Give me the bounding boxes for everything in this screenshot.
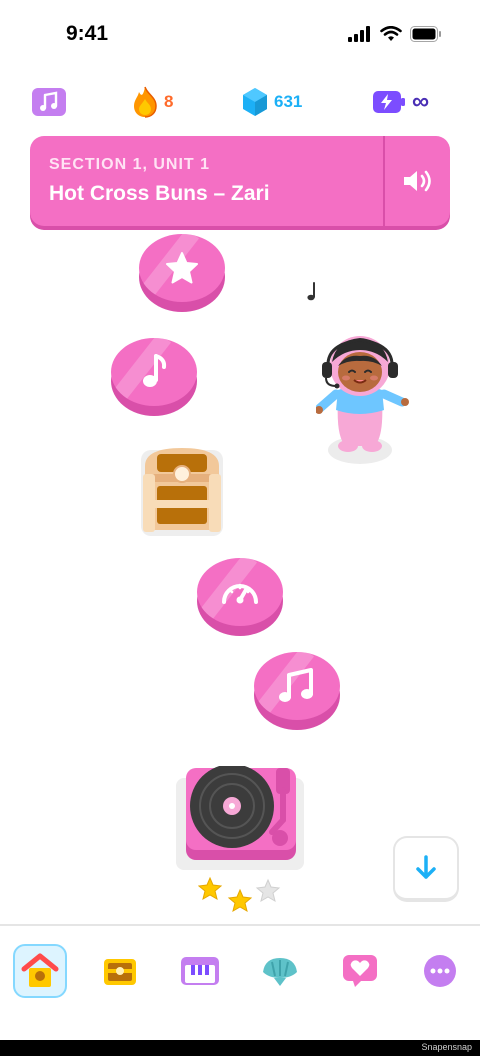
streak-counter[interactable]: 8 xyxy=(132,86,173,118)
gems-counter[interactable]: 631 xyxy=(242,86,302,118)
tab-health[interactable] xyxy=(333,944,387,998)
music-notes-icon xyxy=(279,668,313,702)
tab-quests[interactable] xyxy=(93,944,147,998)
shell-icon xyxy=(263,958,297,986)
piano-icon xyxy=(181,957,219,985)
star-rating xyxy=(198,876,281,913)
watermark: Snapensnap xyxy=(421,1042,472,1052)
gem-icon xyxy=(243,88,267,116)
floating-note-icon xyxy=(307,282,315,301)
star-earned-icon xyxy=(198,876,223,901)
lesson-node-star[interactable] xyxy=(139,234,225,312)
energy-counter[interactable]: ∞ xyxy=(372,86,429,118)
lesson-node-speed[interactable] xyxy=(197,558,283,636)
heart-icon xyxy=(343,955,377,987)
status-icons xyxy=(348,26,442,42)
star-empty-icon xyxy=(255,878,281,903)
treasure-chest-node[interactable] xyxy=(139,444,225,536)
battery-icon xyxy=(410,26,441,42)
footer-strip: Snapensnap xyxy=(0,1040,480,1056)
scroll-down-button[interactable] xyxy=(393,836,459,902)
zari-character xyxy=(316,336,409,464)
unit-title: Hot Cross Buns – Zari xyxy=(49,182,270,205)
tab-home[interactable] xyxy=(13,944,67,998)
unit-banner[interactable]: SECTION 1, UNIT 1 Hot Cross Buns – Zari xyxy=(30,136,450,226)
banner-divider xyxy=(383,136,385,226)
music-note-icon xyxy=(143,354,167,387)
home-icon xyxy=(21,953,59,987)
lesson-node-song[interactable] xyxy=(254,652,340,730)
course-selector[interactable] xyxy=(32,86,66,118)
quests-chest-icon xyxy=(104,959,136,985)
music-note-icon xyxy=(32,88,66,116)
status-bar: 9:41 xyxy=(0,0,480,70)
streak-count: 8 xyxy=(164,92,174,111)
energy-value: ∞ xyxy=(412,88,430,115)
status-time: 9:41 xyxy=(66,22,109,45)
speedometer-icon xyxy=(222,583,258,604)
battery-bolt-icon xyxy=(373,91,405,113)
more-icon xyxy=(424,955,456,987)
unit-section-label: SECTION 1, UNIT 1 xyxy=(49,156,211,173)
tab-practice[interactable] xyxy=(173,944,227,998)
tab-leagues[interactable] xyxy=(253,944,307,998)
gems-count: 631 xyxy=(274,92,303,111)
audio-button[interactable] xyxy=(386,136,450,226)
lesson-node-music[interactable] xyxy=(111,338,197,416)
treasure-chest-icon xyxy=(141,448,223,536)
signal-icon xyxy=(348,26,370,42)
flame-icon xyxy=(134,86,157,118)
bottom-tab-bar xyxy=(0,924,480,1040)
turntable-icon xyxy=(176,764,304,870)
arrow-down-icon xyxy=(416,855,436,879)
tab-more[interactable] xyxy=(413,944,467,998)
wifi-icon xyxy=(380,26,402,41)
speaker-icon xyxy=(404,170,431,192)
turntable-node[interactable] xyxy=(176,764,304,870)
star-icon xyxy=(166,252,198,284)
star-earned-icon xyxy=(227,888,253,913)
stats-bar: 8 631 ∞ xyxy=(0,86,480,120)
